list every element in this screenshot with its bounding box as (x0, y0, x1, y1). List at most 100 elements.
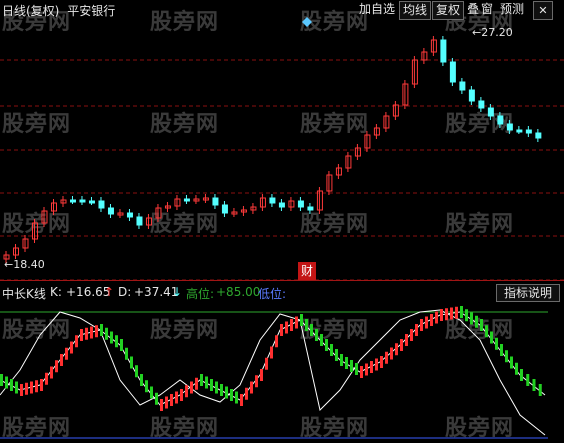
red-bar (410, 329, 413, 341)
red-bar (385, 351, 388, 364)
green-bar (110, 331, 113, 344)
candle-body (468, 89, 475, 102)
red-bar (165, 396, 168, 409)
ma-line-button[interactable]: 均线 (399, 1, 432, 20)
green-bar (5, 376, 8, 389)
candle-body (516, 129, 523, 133)
red-bar (360, 366, 363, 378)
red-bar (90, 326, 93, 339)
low-label: 低位: (258, 287, 287, 301)
candle-body (449, 61, 456, 83)
green-bar (115, 335, 118, 348)
red-bar (400, 339, 403, 351)
green-bar (100, 324, 103, 336)
candle-body (269, 197, 276, 204)
red-bar (95, 325, 98, 338)
red-bar (250, 381, 253, 394)
red-bar (375, 358, 378, 371)
candle-body (126, 212, 133, 218)
candle-body (459, 81, 466, 91)
red-bar (455, 306, 458, 319)
green-bar (505, 350, 508, 363)
fuquan-button[interactable]: 复权 (432, 1, 465, 20)
green-bar (225, 386, 228, 399)
d-arrow-icon: ↓ (172, 285, 183, 299)
red-bar (35, 380, 38, 393)
green-bar (205, 376, 208, 389)
oscillator-series (0, 306, 546, 436)
red-bar (275, 335, 278, 348)
red-bar (450, 307, 453, 320)
green-bar (155, 392, 158, 405)
candle-body (212, 197, 219, 206)
k-label: K: (50, 285, 62, 299)
red-bar (50, 366, 53, 379)
green-bar (140, 374, 143, 386)
green-bar (475, 315, 478, 328)
candle-body (506, 123, 513, 131)
green-bar (320, 334, 323, 346)
forecast-button[interactable]: 预测 (497, 1, 527, 18)
green-bar (105, 327, 108, 340)
candle-body (221, 204, 228, 214)
red-bar (420, 319, 423, 331)
red-bar (245, 387, 248, 400)
red-bar (365, 363, 368, 376)
green-bar (470, 312, 473, 325)
chart-grid (0, 59, 564, 439)
kline-chart-canvas[interactable]: ←27.20 ←18.40 (0, 0, 564, 443)
green-bar (135, 365, 138, 378)
green-bar (532, 379, 536, 391)
candle-body (535, 132, 542, 139)
red-bar (20, 384, 23, 396)
chart-window: 股旁网 股旁网 股旁网 股旁网 股旁网 股旁网 股旁网 股旁网 股旁网 股旁网 股旁网 股旁网 股旁网股… (0, 0, 564, 443)
candle-body (487, 107, 494, 117)
green-bar (490, 331, 493, 344)
green-bar (345, 357, 348, 369)
green-bar (305, 319, 308, 331)
candle-body (183, 198, 190, 202)
price-low-label: ←18.40 (4, 258, 45, 271)
green-bar (235, 391, 238, 404)
candle-body (107, 207, 114, 215)
add-favorite-button[interactable]: 加自选 (356, 1, 398, 18)
green-bar (120, 339, 123, 351)
red-bar (430, 314, 433, 326)
finance-marker[interactable]: 财 (298, 262, 316, 280)
red-bar (270, 346, 273, 359)
candle-body (88, 200, 95, 204)
red-bar (290, 319, 293, 331)
red-bar (190, 381, 193, 394)
red-bar (175, 391, 178, 404)
green-bar (325, 339, 328, 351)
green-bar (355, 363, 358, 375)
red-bar (170, 394, 173, 406)
price-high-label: ←27.20 (472, 26, 513, 39)
red-bar (370, 361, 373, 373)
red-bar (255, 375, 258, 388)
candle-body (307, 206, 314, 211)
red-bar (280, 324, 283, 336)
close-icon[interactable]: ✕ (533, 1, 553, 20)
indicator-header: 中长K线 K: +16.65 ↑ D: +37.41 ↓ 高位: +85.00 … (0, 283, 564, 301)
red-bar (295, 316, 298, 329)
red-bar (75, 335, 78, 348)
red-bar (240, 394, 243, 406)
green-bar (10, 379, 13, 391)
k-arrow-icon: ↑ (104, 285, 115, 299)
indicator-guide-button[interactable]: 指标说明 (496, 284, 560, 302)
candle-body (98, 200, 105, 209)
indicator-name[interactable]: 中长K线 (2, 285, 46, 302)
candle-body (525, 129, 532, 134)
candle-body (297, 200, 304, 208)
red-bar (285, 321, 288, 334)
red-bar (185, 385, 188, 398)
candle-body (136, 216, 143, 226)
red-bar (445, 308, 448, 321)
red-bar (440, 309, 443, 321)
green-bar (200, 374, 203, 386)
window-button[interactable]: 窗 (478, 1, 496, 18)
red-bar (80, 329, 83, 341)
candle-body (497, 115, 504, 125)
high-label: 高位: (186, 287, 215, 301)
